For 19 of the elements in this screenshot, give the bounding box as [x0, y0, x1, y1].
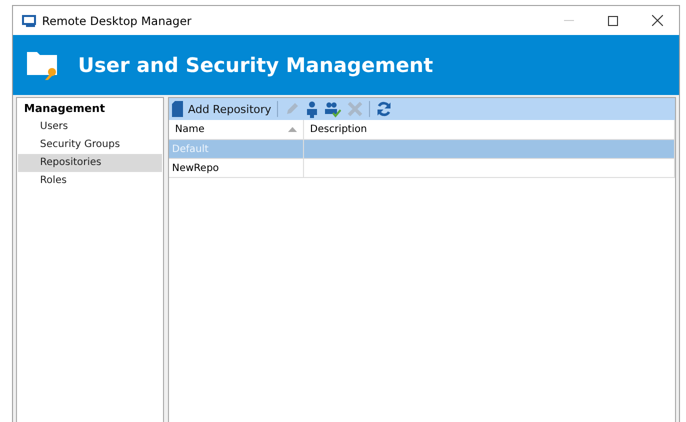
- maximize-icon[interactable]: [608, 16, 618, 26]
- table-row[interactable]: NewRepo: [169, 158, 674, 178]
- close-icon[interactable]: [652, 15, 662, 26]
- header-title: User and Security Management: [78, 53, 434, 77]
- user-icon[interactable]: [306, 100, 318, 118]
- table-cell: Default: [169, 140, 304, 158]
- users-check-icon[interactable]: [324, 100, 342, 118]
- refresh-icon[interactable]: [376, 101, 392, 117]
- folder-key-icon: [27, 50, 59, 80]
- app-icon: [22, 14, 36, 26]
- sidebar-item[interactable]: Repositories: [18, 154, 162, 172]
- sidebar-heading: Management: [24, 102, 106, 115]
- document-icon: [172, 101, 183, 117]
- sidebar-item[interactable]: Security Groups: [18, 136, 162, 154]
- sidebar-item[interactable]: Roles: [18, 172, 162, 190]
- add-repository-button[interactable]: Add Repository: [172, 101, 272, 117]
- sidebar-item[interactable]: Users: [18, 118, 162, 136]
- window-title: Remote Desktop Manager: [42, 14, 193, 28]
- table-cell: NewRepo: [169, 158, 304, 178]
